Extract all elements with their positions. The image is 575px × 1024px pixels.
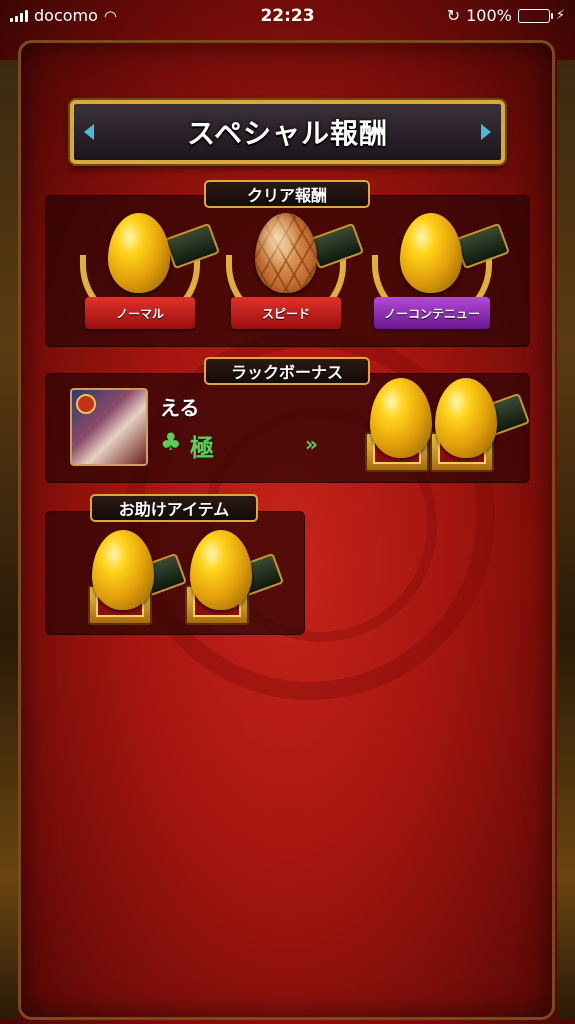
banner-right-ornament-icon xyxy=(481,124,491,140)
frame-left-pillar xyxy=(0,60,18,1020)
clover-icon: ♣ xyxy=(160,428,182,456)
ribbon-normal: ノーマル xyxy=(85,297,195,329)
ribbon-no-continue: ノーコンテニュー xyxy=(374,297,490,329)
rotation-lock-icon: ↻ xyxy=(446,6,461,25)
status-right: ↻ 100% ⚡ xyxy=(447,6,565,25)
battery-icon xyxy=(517,8,553,23)
clear-reward-label: クリア報酬 xyxy=(204,180,370,208)
ribbon-speed: スピード xyxy=(231,297,341,329)
luck-value: 極 xyxy=(190,434,214,462)
title-banner: スペシャル報酬 xyxy=(70,100,505,164)
frame-right-pillar xyxy=(557,60,575,1020)
status-bar: docomo ◠ 22:23 ↻ 100% ⚡ xyxy=(0,0,575,32)
element-badge-icon xyxy=(76,394,96,414)
helper-item-label: お助けアイテム xyxy=(90,494,258,522)
charging-icon: ⚡ xyxy=(555,8,565,23)
battery-percent: 100% xyxy=(466,6,512,25)
arrow-icon: » xyxy=(305,432,318,456)
page-title: スペシャル報酬 xyxy=(186,117,389,150)
banner-left-ornament-icon xyxy=(84,124,94,140)
character-name: える xyxy=(160,396,200,420)
luck-bonus-label: ラックボーナス xyxy=(204,357,370,385)
character-avatar[interactable] xyxy=(70,388,148,466)
